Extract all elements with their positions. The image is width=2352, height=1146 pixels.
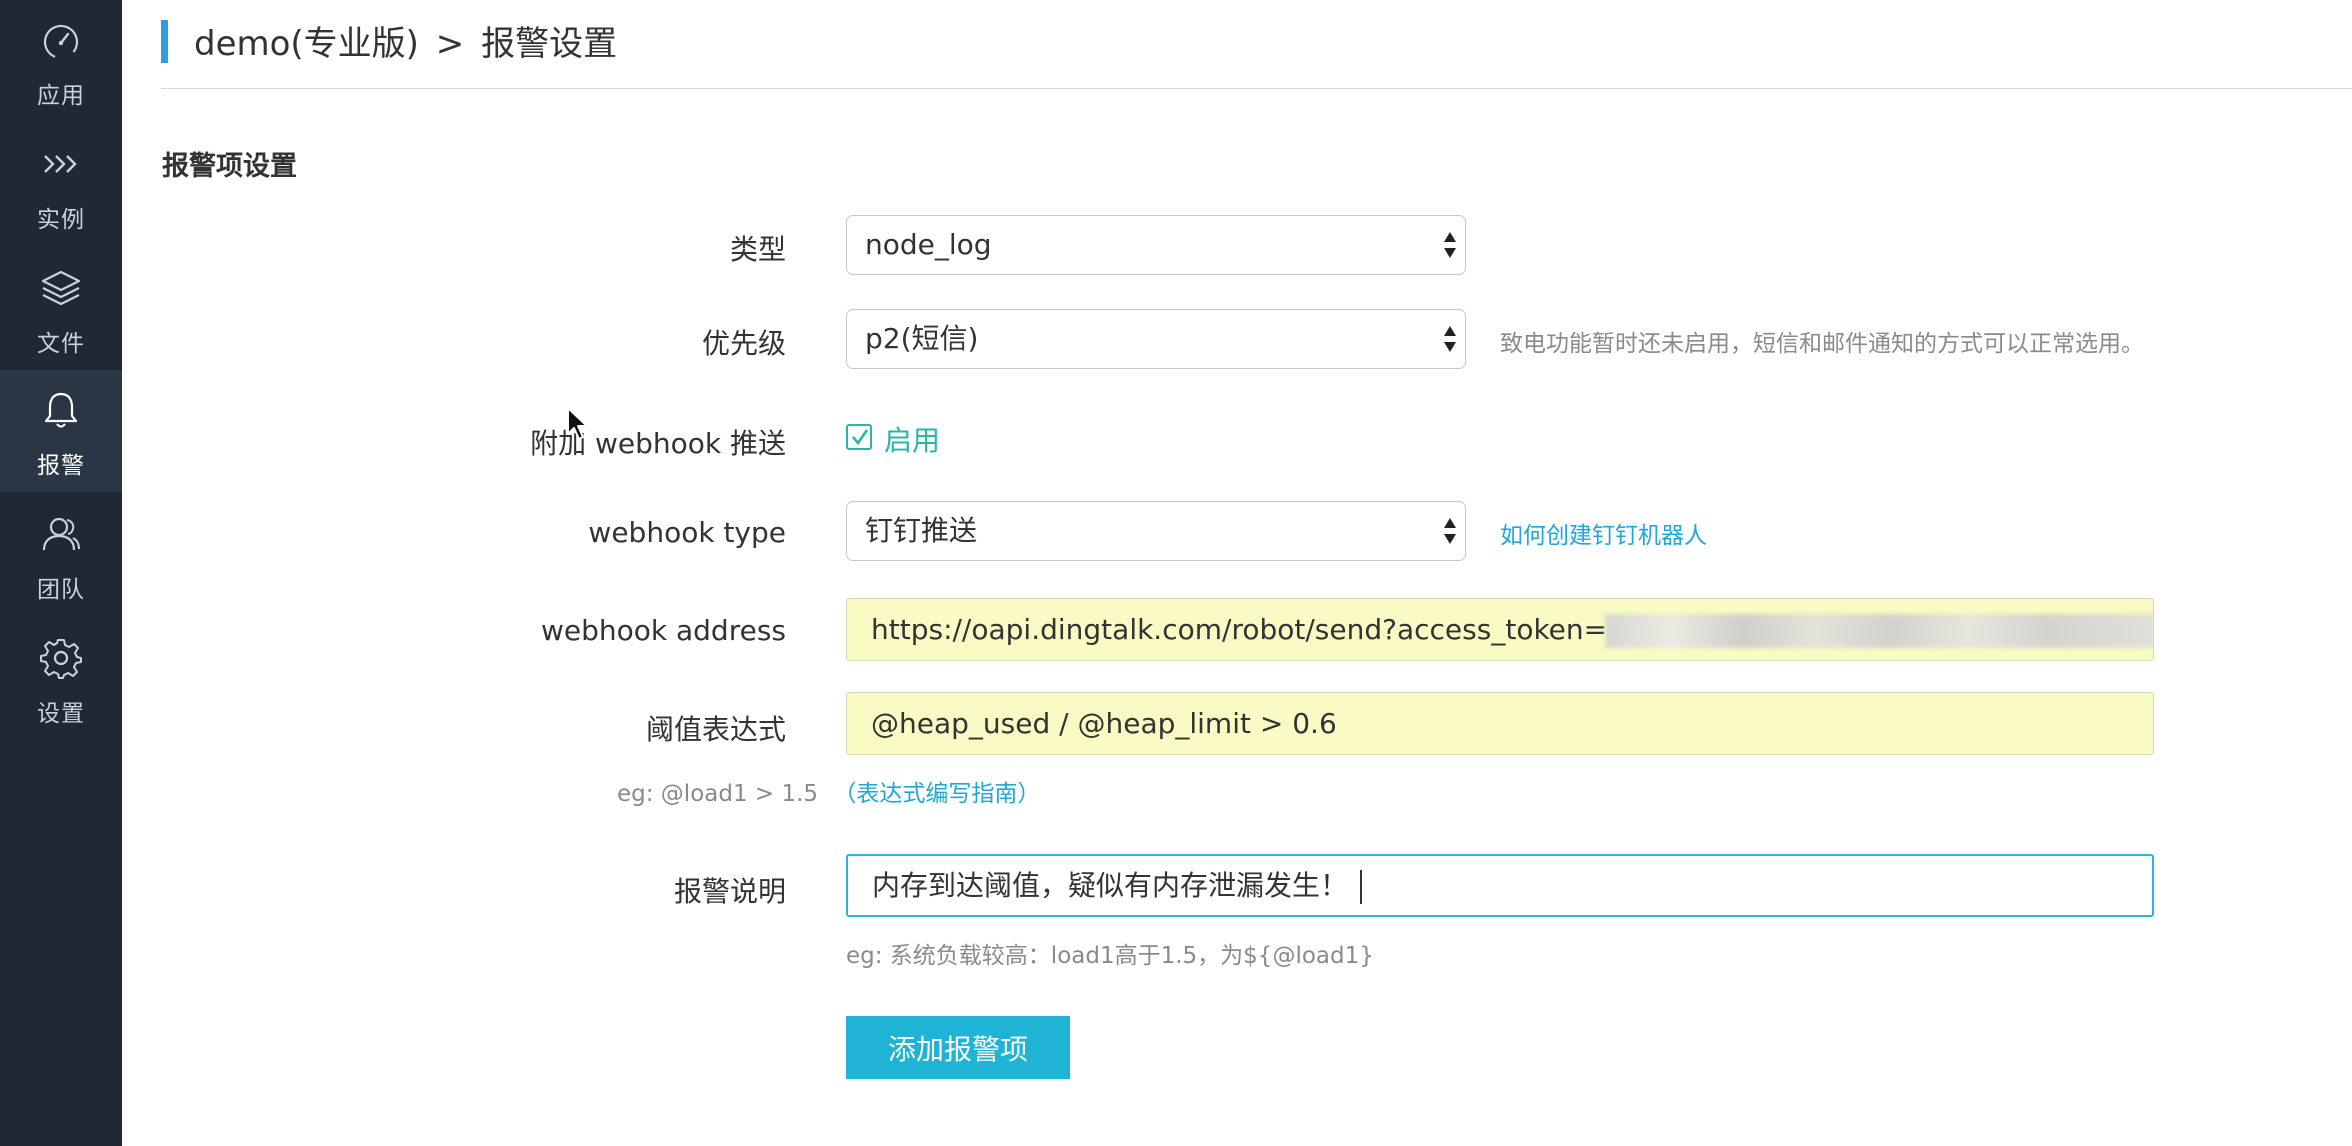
type-select[interactable]: node_log — [846, 215, 1466, 275]
webhook-type-label: webhook type — [588, 516, 786, 549]
webhook-enable-checkbox[interactable] — [846, 424, 872, 450]
sidebar-item-label: 报警 — [37, 453, 85, 479]
priority-select[interactable]: p2(短信) — [846, 309, 1466, 369]
add-alert-button[interactable]: 添加报警项 — [846, 1016, 1070, 1079]
sidebar-item-label: 应用 — [37, 83, 85, 109]
sidebar-item-label: 设置 — [37, 701, 85, 727]
section-title: 报警项设置 — [162, 151, 297, 182]
breadcrumb: demo(专业版) > 报警设置 — [194, 16, 617, 65]
webhook-address-input[interactable]: https://oapi.dingtalk.com/robot/send?acc… — [846, 598, 2154, 661]
dingtalk-robot-help-link[interactable]: 如何创建钉钉机器人 — [1500, 516, 1707, 550]
webhook-type-select[interactable]: 钉钉推送 — [846, 501, 1466, 561]
select-arrows-icon — [1444, 326, 1456, 352]
sidebar-item-team[interactable]: 团队 — [0, 494, 122, 616]
sidebar-item-alerts[interactable]: 报警 — [0, 370, 122, 492]
sidebar-item-label: 实例 — [37, 207, 85, 233]
sidebar: 应用 实例 文件 报警 团队 设置 — [0, 0, 122, 1146]
header-divider — [161, 88, 2352, 89]
page-title: 报警设置 — [481, 24, 618, 64]
breadcrumb-app[interactable]: demo(专业版) — [194, 24, 419, 64]
threshold-value: @heap_used / @heap_limit > 0.6 — [871, 707, 1337, 740]
threshold-hint-text: eg: @load1 > 1.5 — [617, 781, 819, 807]
select-arrows-icon — [1444, 232, 1456, 258]
description-label: 报警说明 — [673, 875, 786, 908]
description-hint: eg: 系统负载较高：load1高于1.5，为${@load1} — [846, 943, 1374, 969]
select-arrows-icon — [1444, 518, 1456, 544]
mouse-cursor-icon — [567, 407, 588, 440]
priority-select-value: p2(短信) — [865, 322, 979, 355]
sidebar-item-label: 文件 — [37, 331, 85, 357]
webhook-address-label: webhook address — [540, 614, 786, 647]
description-value: 内存到达阈值，疑似有内存泄漏发生！ — [872, 869, 1349, 902]
sidebar-item-instances[interactable]: 实例 — [0, 124, 122, 246]
description-input[interactable]: 内存到达阈值，疑似有内存泄漏发生！ — [846, 854, 2154, 917]
threshold-label: 阈值表达式 — [645, 713, 786, 746]
threshold-hint: eg: @load1 > 1.5 （表达式编写指南） — [617, 774, 1040, 808]
sidebar-item-settings[interactable]: 设置 — [0, 618, 122, 740]
sidebar-item-label: 团队 — [37, 577, 85, 603]
breadcrumb-separator: > — [435, 24, 465, 64]
sidebar-item-apps[interactable]: 应用 — [0, 0, 122, 122]
webhook-address-value: https://oapi.dingtalk.com/robot/send?acc… — [871, 613, 1608, 646]
webhook-enable-label[interactable]: 启用 — [884, 419, 940, 459]
text-caret — [1360, 870, 1363, 904]
priority-hint: 致电功能暂时还未启用，短信和邮件通知的方式可以正常选用。 — [1500, 331, 2144, 357]
type-label: 类型 — [729, 233, 786, 266]
expression-guide-link[interactable]: （表达式编写指南） — [833, 781, 1040, 807]
threshold-input[interactable]: @heap_used / @heap_limit > 0.6 — [846, 692, 2154, 755]
bell-icon — [44, 392, 78, 428]
header-accent-bar — [161, 20, 168, 63]
type-select-value: node_log — [865, 228, 992, 261]
dashboard-icon — [43, 24, 79, 60]
priority-label: 优先级 — [701, 327, 786, 360]
webhook-type-select-value: 钉钉推送 — [865, 514, 978, 547]
sidebar-item-files[interactable]: 文件 — [0, 248, 122, 370]
gear-icon — [40, 639, 82, 679]
layers-icon — [41, 270, 81, 306]
redacted-token — [1605, 614, 2153, 648]
chevrons-right-icon — [44, 155, 77, 173]
team-icon — [42, 517, 80, 551]
checkmark-icon — [852, 429, 869, 446]
